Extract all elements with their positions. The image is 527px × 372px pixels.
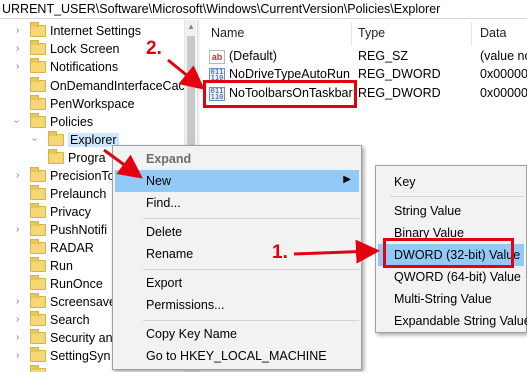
arrow-to-dword bbox=[293, 239, 380, 264]
arrow-to-new-value bbox=[167, 58, 205, 90]
arrow-to-new-menu bbox=[103, 148, 143, 179]
annotation-arrows bbox=[103, 58, 380, 264]
